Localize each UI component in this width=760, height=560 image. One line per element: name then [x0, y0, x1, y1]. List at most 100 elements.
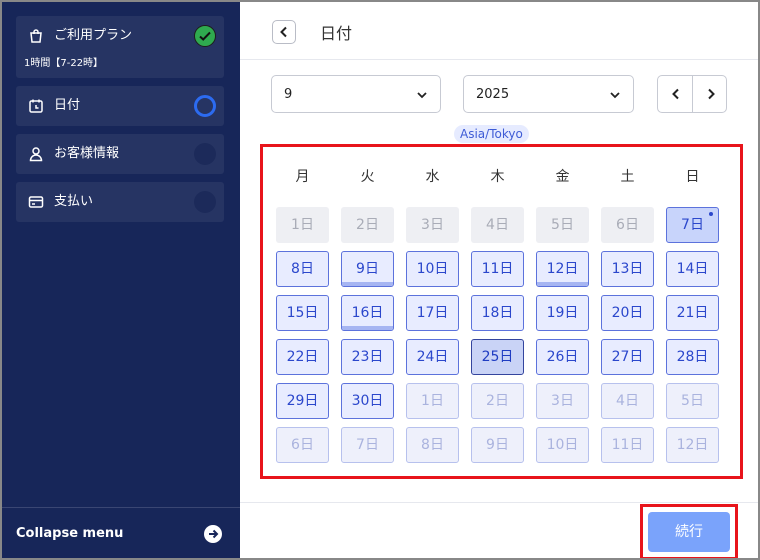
calendar-day-label: 25日 — [481, 349, 514, 365]
calendar-day-label: 28日 — [676, 349, 709, 365]
sidebar-step-label: ご利用プラン — [54, 28, 133, 43]
calendar-day-label: 1日 — [421, 393, 444, 409]
calendar-highlight: 月 火 水 木 金 土 日 1日 2日 3日 4日 5日 6日 7日 8日 9日 10日 11日 12日 13日 14日… — [260, 144, 743, 479]
calendar-day-avail[interactable]: 27日 — [601, 339, 654, 375]
calendar-day-label: 5日 — [551, 217, 574, 233]
weekday-header: 金 — [555, 169, 570, 185]
sidebar-step-payment[interactable]: 支払い — [16, 182, 224, 222]
collapse-menu-label: Collapse menu — [16, 526, 124, 541]
arrow-right-icon — [204, 525, 222, 543]
month-select[interactable]: 9 — [271, 75, 441, 113]
calendar-day-avail[interactable]: 20日 — [601, 295, 654, 331]
calendar-day-avail[interactable]: 22日 — [276, 339, 329, 375]
sidebar-step-label: 支払い — [54, 194, 94, 209]
calendar-day-avail[interactable]: 30日 — [341, 383, 394, 419]
month-value: 9 — [284, 87, 293, 102]
weekday-header: 木 — [490, 169, 505, 185]
calendar-day-label: 3日 — [421, 217, 444, 233]
calendar-day-avail[interactable]: 24日 — [406, 339, 459, 375]
calendar-day-avail[interactable]: 28日 — [666, 339, 719, 375]
calendar-day-label: 16日 — [351, 305, 384, 321]
sidebar-step-customer-info[interactable]: お客様情報 — [16, 134, 224, 174]
calendar-day-next-month: 10日 — [536, 427, 589, 463]
calendar-day-avail[interactable]: 15日 — [276, 295, 329, 331]
user-icon — [28, 146, 44, 162]
calendar-day-label: 7日 — [681, 217, 704, 233]
calendar-day-disabled: 5日 — [536, 207, 589, 243]
calendar-day-disabled: 6日 — [601, 207, 654, 243]
calendar-day-label: 7日 — [356, 437, 379, 453]
calendar-day-label: 26日 — [546, 349, 579, 365]
calendar-day-label: 6日 — [616, 217, 639, 233]
chevron-down-icon — [610, 92, 620, 99]
calendar-day-disabled: 4日 — [471, 207, 524, 243]
calendar-day-label: 14日 — [676, 261, 709, 277]
calendar-day-avail[interactable]: 11日 — [471, 251, 524, 287]
continue-button[interactable]: 続行 — [648, 512, 730, 552]
pending-step-indicator — [194, 143, 216, 165]
calendar-day-label: 10日 — [546, 437, 579, 453]
calendar-day-label: 9日 — [486, 437, 509, 453]
calendar-day-avail[interactable]: 18日 — [471, 295, 524, 331]
sidebar-step-date[interactable]: 日付 — [16, 86, 224, 126]
booking-window: ご利用プラン 1時間【7-22時】 日付 お客様情報 支払い Collapse … — [2, 2, 758, 558]
sidebar-step-label: 日付 — [54, 98, 81, 113]
calendar-day-label: 4日 — [616, 393, 639, 409]
year-select[interactable]: 2025 — [463, 75, 634, 113]
calendar-day-label: 15日 — [286, 305, 319, 321]
calendar-day-next-month: 2日 — [471, 383, 524, 419]
month-nav — [657, 75, 727, 113]
calendar-day-avail[interactable]: 23日 — [341, 339, 394, 375]
partial-availability-bar — [342, 326, 393, 330]
calendar-day-avail[interactable]: 17日 — [406, 295, 459, 331]
year-value: 2025 — [476, 87, 510, 102]
calendar-day-avail[interactable]: 14日 — [666, 251, 719, 287]
calendar-day-avail[interactable]: 12日 — [536, 251, 589, 287]
collapse-menu-button[interactable]: Collapse menu — [2, 507, 240, 558]
sidebar-step-plan[interactable]: ご利用プラン 1時間【7-22時】 — [16, 16, 224, 78]
calendar-day-label: 20日 — [611, 305, 644, 321]
calendar-day-label: 6日 — [291, 437, 314, 453]
prev-month-button[interactable] — [658, 76, 693, 112]
calendar-day-next-month: 6日 — [276, 427, 329, 463]
sidebar-step-label: お客様情報 — [54, 146, 120, 161]
calendar-day-label: 23日 — [351, 349, 384, 365]
calendar-day-avail[interactable]: 13日 — [601, 251, 654, 287]
weekday-header: 水 — [425, 169, 440, 185]
calendar-day-label: 19日 — [546, 305, 579, 321]
calendar-day-next-month: 3日 — [536, 383, 589, 419]
back-button[interactable] — [272, 20, 296, 44]
calendar-day-label: 8日 — [421, 437, 444, 453]
bag-icon — [28, 28, 44, 44]
calendar-day-next-month: 12日 — [666, 427, 719, 463]
page-header: 日付 — [240, 2, 758, 60]
sidebar-step-plan-detail: 1時間【7-22時】 — [24, 58, 104, 69]
calendar-day-avail[interactable]: 19日 — [536, 295, 589, 331]
weekday-header: 月 — [295, 169, 310, 185]
partial-availability-bar — [537, 282, 588, 286]
pending-step-indicator — [194, 191, 216, 213]
calendar-day-avail[interactable]: 26日 — [536, 339, 589, 375]
calendar-day-avail[interactable]: 9日 — [341, 251, 394, 287]
calendar-day-today[interactable]: 7日 — [666, 207, 719, 243]
chevron-left-icon — [672, 88, 679, 100]
calendar-day-selected[interactable]: 25日 — [471, 339, 524, 375]
calendar-day-avail[interactable]: 10日 — [406, 251, 459, 287]
calendar-day-avail[interactable]: 21日 — [666, 295, 719, 331]
calendar-day-label: 2日 — [356, 217, 379, 233]
page-title: 日付 — [320, 24, 353, 43]
calendar-day-next-month: 7日 — [341, 427, 394, 463]
next-month-button[interactable] — [693, 76, 726, 112]
calendar-day-label: 12日 — [546, 261, 579, 277]
calendar-day-label: 12日 — [676, 437, 709, 453]
calendar-day-next-month: 4日 — [601, 383, 654, 419]
calendar-day-label: 1日 — [291, 217, 314, 233]
calendar-day-avail[interactable]: 8日 — [276, 251, 329, 287]
calendar-day-label: 27日 — [611, 349, 644, 365]
calendar-day-next-month: 9日 — [471, 427, 524, 463]
calendar-day-avail[interactable]: 16日 — [341, 295, 394, 331]
calendar-day-label: 18日 — [481, 305, 514, 321]
calendar-day-label: 11日 — [481, 261, 514, 277]
calendar-day-avail[interactable]: 29日 — [276, 383, 329, 419]
calendar-day-label: 4日 — [486, 217, 509, 233]
